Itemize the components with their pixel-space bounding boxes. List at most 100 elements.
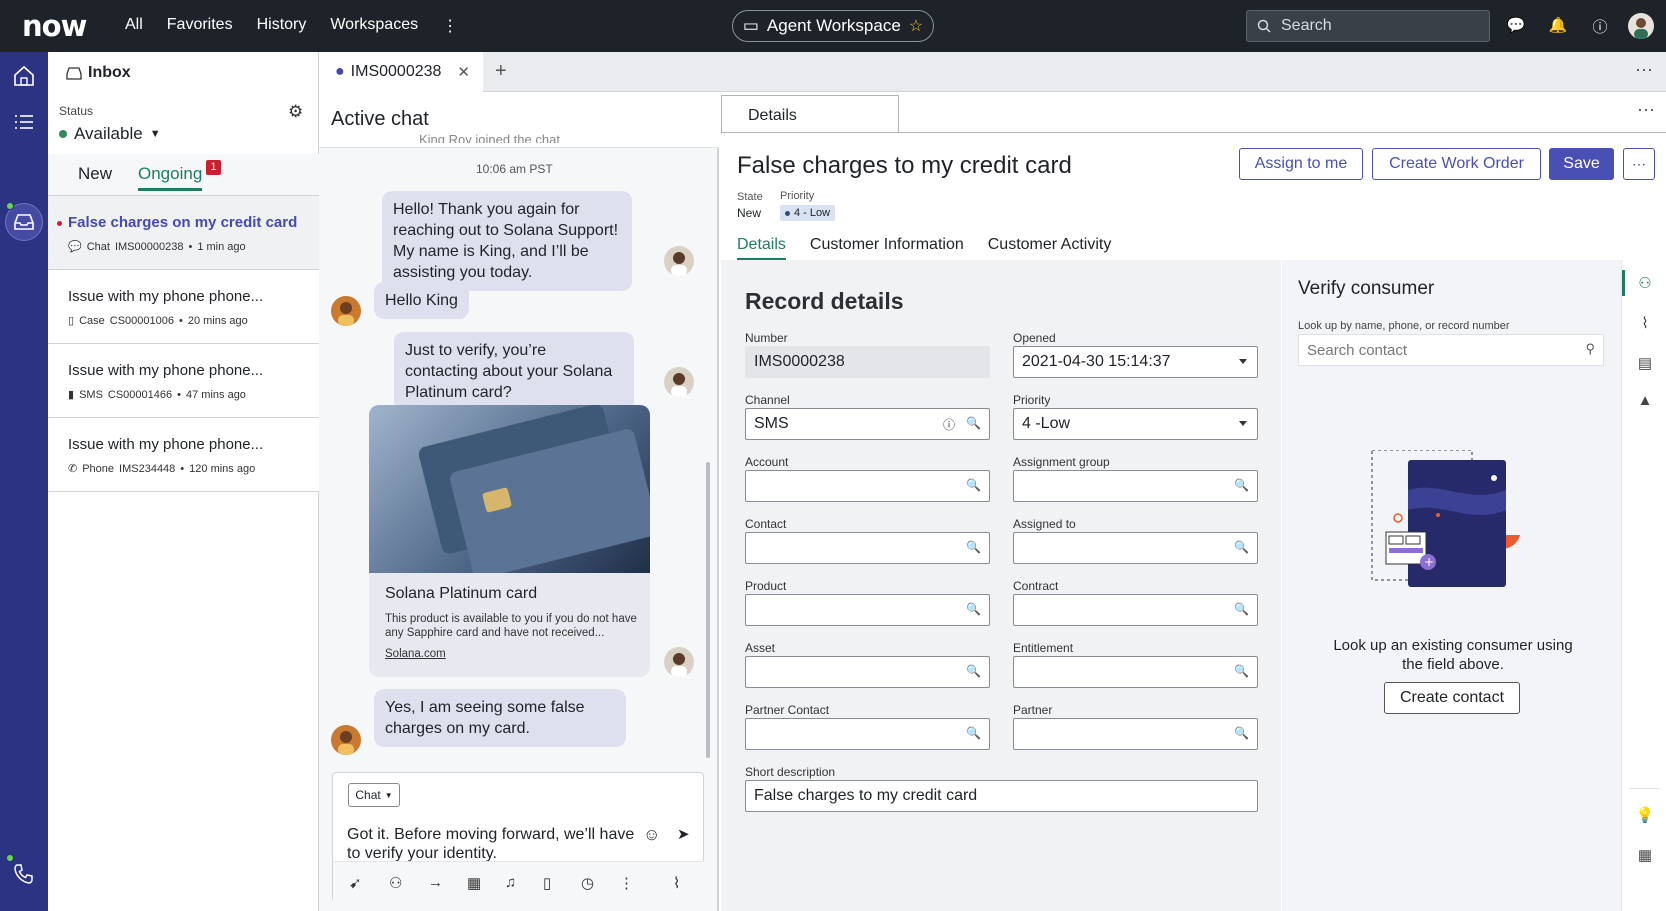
- contact-field[interactable]: 🔍: [745, 532, 990, 564]
- item-channel: Chat: [86, 240, 110, 253]
- state-label: State: [737, 191, 763, 203]
- brand-logo[interactable]: now: [22, 9, 87, 43]
- subtab-customer-information[interactable]: Customer Information: [810, 236, 964, 254]
- more-actions-button[interactable]: ⋯: [1623, 148, 1655, 180]
- product-field[interactable]: 🔍: [745, 594, 990, 626]
- person-verify-icon[interactable]: ⚇: [1635, 274, 1655, 294]
- attachment-icon[interactable]: ⌇: [673, 874, 680, 892]
- chat-bubbles-icon[interactable]: 💬: [1506, 16, 1526, 36]
- inbox-item[interactable]: Issue with my phone phone... ✆ Phone IMS…: [48, 418, 319, 492]
- channel-field[interactable]: SMS ⓘ 🔍: [745, 408, 990, 440]
- send-icon[interactable]: ➤: [677, 825, 690, 843]
- search-icon[interactable]: 🔍: [1234, 540, 1249, 554]
- partner-contact-field[interactable]: 🔍: [745, 718, 990, 750]
- short-description-field[interactable]: False charges to my credit card: [745, 780, 1258, 812]
- asset-label: Asset: [745, 641, 776, 655]
- cursor-icon[interactable]: ➹: [349, 874, 362, 892]
- search-icon[interactable]: 🔍: [966, 602, 981, 616]
- save-button[interactable]: Save: [1549, 148, 1614, 180]
- channel-select[interactable]: Chat ▼: [348, 783, 400, 807]
- subtab-customer-activity[interactable]: Customer Activity: [988, 236, 1112, 254]
- search-icon[interactable]: 🔍: [1234, 726, 1249, 740]
- account-label: Account: [745, 455, 789, 469]
- card-link[interactable]: Solana.com: [385, 648, 446, 660]
- bell-icon[interactable]: 🔔: [1548, 16, 1568, 36]
- status-dropdown[interactable]: Available ▼: [59, 124, 161, 144]
- search-icon[interactable]: 🔍: [1234, 602, 1249, 616]
- create-work-order-button[interactable]: Create Work Order: [1372, 148, 1541, 180]
- gear-icon[interactable]: ⚙: [288, 102, 303, 122]
- nav-all[interactable]: All: [125, 16, 143, 36]
- person-check-icon[interactable]: ⚇: [389, 874, 402, 892]
- help-icon[interactable]: ⓘ: [1590, 16, 1610, 36]
- account-field[interactable]: 🔍: [745, 470, 990, 502]
- document-icon[interactable]: ▤: [1635, 354, 1655, 374]
- info-icon[interactable]: ⓘ: [943, 416, 955, 433]
- opened-field[interactable]: 2021-04-30 15:14:37: [1013, 346, 1258, 378]
- inbox-item[interactable]: Issue with my phone phone... ▮ SMS CS000…: [48, 344, 319, 418]
- search-icon[interactable]: 🔍: [966, 664, 981, 678]
- more-horizontal-icon[interactable]: ⋯: [1635, 60, 1654, 81]
- search-icon[interactable]: 🔍: [966, 478, 981, 492]
- tab-ongoing[interactable]: Ongoing: [138, 164, 203, 191]
- user-avatar[interactable]: [1628, 13, 1654, 39]
- doc-tab[interactable]: ● IMS0000238 ✕: [319, 52, 483, 92]
- record-title: False charges to my credit card: [737, 152, 1072, 179]
- contact-label: Contact: [745, 517, 787, 531]
- details-tab[interactable]: Details: [721, 95, 899, 132]
- nav-workspaces[interactable]: Workspaces: [330, 16, 418, 36]
- phone-icon[interactable]: [12, 862, 36, 886]
- composer-toolbar: ➹ ⚇ → ▦ ♫ ▯ ◷ ⋮ ⌇: [333, 861, 705, 903]
- search-icon[interactable]: 🔍: [966, 540, 981, 554]
- nav-favorites[interactable]: Favorites: [167, 16, 233, 36]
- entitlement-field[interactable]: 🔍: [1013, 656, 1258, 688]
- emoji-icon[interactable]: ☺: [643, 825, 660, 845]
- clock-icon[interactable]: ◷: [581, 874, 594, 892]
- inbox-item[interactable]: Issue with my phone phone... ▯ Case CS00…: [48, 270, 319, 344]
- graduation-cap-icon[interactable]: ▲: [1635, 392, 1655, 412]
- bell-icon[interactable]: ♫: [505, 874, 516, 891]
- create-contact-button[interactable]: Create contact: [1384, 682, 1520, 714]
- asset-field[interactable]: 🔍: [745, 656, 990, 688]
- search-icon[interactable]: 🔍: [1234, 664, 1249, 678]
- search-icon[interactable]: 🔍: [966, 416, 981, 430]
- number-label: Number: [745, 331, 788, 345]
- chat-scrollbar[interactable]: [706, 462, 710, 758]
- list-icon[interactable]: [12, 110, 36, 134]
- global-search-input[interactable]: Search: [1246, 10, 1490, 42]
- priority-field[interactable]: 4 -Low: [1013, 408, 1258, 440]
- more-horizontal-icon[interactable]: ⋯: [1637, 100, 1656, 121]
- contract-field[interactable]: 🔍: [1013, 594, 1258, 626]
- search-icon[interactable]: 🔍: [966, 726, 981, 740]
- lightbulb-icon[interactable]: 💡: [1635, 806, 1655, 826]
- partner-field[interactable]: 🔍: [1013, 718, 1258, 750]
- product-card[interactable]: Solana Platinum card This product is ava…: [369, 405, 650, 677]
- item-id: IMS234448: [119, 462, 176, 475]
- attachment-icon[interactable]: ⌇: [1635, 314, 1655, 334]
- close-icon[interactable]: ✕: [457, 63, 470, 81]
- home-icon[interactable]: [12, 64, 36, 88]
- star-icon[interactable]: ☆: [909, 16, 923, 36]
- subtab-details[interactable]: Details: [737, 236, 786, 254]
- assigned-to-field[interactable]: 🔍: [1013, 532, 1258, 564]
- arrow-right-icon[interactable]: →: [428, 874, 443, 891]
- nav-history[interactable]: History: [257, 16, 307, 36]
- bookmark-icon[interactable]: ▯: [543, 874, 551, 892]
- agent-avatar: [664, 647, 694, 677]
- more-vertical-icon[interactable]: ⋮: [442, 16, 458, 36]
- tab-new[interactable]: New: [78, 164, 112, 184]
- priority-badge-value: 4 - Low: [794, 207, 831, 219]
- grid-icon[interactable]: ▦: [1635, 846, 1655, 866]
- calendar-icon[interactable]: ▦: [467, 874, 481, 892]
- inbox-item[interactable]: False charges on my credit card 💬 Chat I…: [48, 196, 319, 270]
- item-channel: SMS: [79, 388, 103, 401]
- separator: •: [178, 314, 183, 327]
- assign-to-me-button[interactable]: Assign to me: [1239, 148, 1363, 180]
- search-icon[interactable]: 🔍: [1234, 478, 1249, 492]
- message-input[interactable]: Got it. Before moving forward, we’ll hav…: [347, 825, 637, 863]
- workspace-button[interactable]: ▭ Agent Workspace ☆: [732, 10, 934, 42]
- more-vertical-icon[interactable]: ⋮: [619, 874, 634, 892]
- assignment-group-field[interactable]: 🔍: [1013, 470, 1258, 502]
- add-tab-icon[interactable]: +: [495, 60, 507, 83]
- search-contact-input[interactable]: Search contact ⚲: [1298, 334, 1604, 366]
